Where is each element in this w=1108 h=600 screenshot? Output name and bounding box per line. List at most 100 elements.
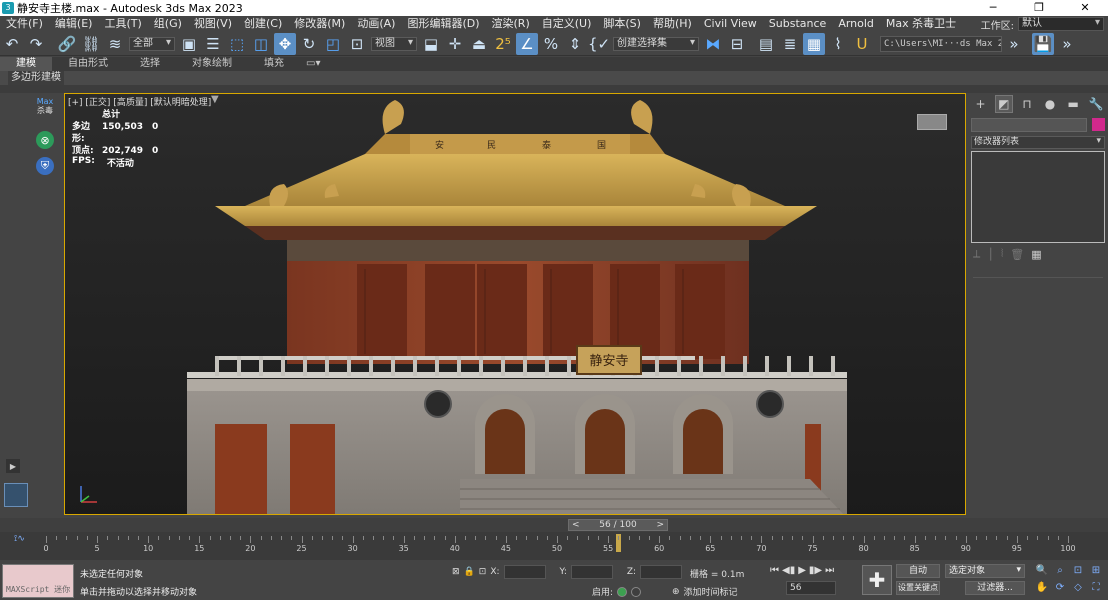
display-tab-icon[interactable]: ▬ — [1064, 95, 1082, 113]
ribbon-tab-0[interactable]: 建模 — [0, 57, 52, 71]
isolate-icon[interactable]: ⊠ — [452, 567, 460, 577]
zoom-extents-icon[interactable]: ⊡ — [1070, 563, 1086, 578]
modifier-list-select[interactable]: 修改器列表 — [971, 136, 1105, 149]
go-to-end-icon[interactable]: ⏭ — [825, 565, 834, 576]
select-rotate-icon[interactable]: ↻ — [298, 33, 320, 55]
ribbon-tab-2[interactable]: 选择 — [124, 57, 176, 71]
set-key-icon[interactable]: ✚ — [862, 565, 892, 595]
max-antivirus-plugin[interactable]: Max 杀毒 — [34, 97, 56, 115]
spinner-snap-icon[interactable]: ⇕ — [564, 33, 586, 55]
y-field[interactable] — [570, 565, 613, 579]
scan-icon[interactable]: ⊗ — [36, 131, 54, 149]
menu-item-5[interactable]: 创建(C) — [238, 16, 288, 32]
workspace-select[interactable]: 默认 — [1018, 17, 1104, 31]
select-move-icon[interactable]: ✥ — [274, 32, 296, 55]
menu-item-16[interactable]: Max 杀毒卫士 — [880, 16, 962, 32]
align-icon[interactable]: ⊟ — [726, 33, 748, 55]
filter-icon[interactable]: ▼ — [211, 94, 219, 105]
prev-frame-icon[interactable]: < — [569, 520, 583, 530]
z-field[interactable] — [640, 565, 683, 579]
minimize-button[interactable]: ─ — [970, 0, 1016, 16]
show-end-result-icon[interactable]: │ — [987, 248, 994, 261]
orbit-icon[interactable]: ⟳ — [1052, 580, 1068, 595]
create-tab-icon[interactable]: + — [972, 95, 990, 113]
layer-explorer-icon[interactable]: ≣ — [779, 33, 801, 55]
utilities-tab-icon[interactable]: 🔧 — [1087, 95, 1105, 113]
ref-coord-select[interactable]: 视图 — [371, 36, 417, 51]
mini-curve-editor-icon[interactable]: ⟟∿ — [14, 534, 25, 544]
material-editor-icon[interactable]: U — [851, 33, 873, 55]
snap-toggle-icon[interactable]: 2⁵ — [492, 33, 514, 55]
hierarchy-tab-icon[interactable]: ⊓ — [1018, 95, 1036, 113]
set-key-button[interactable]: 设置关键点 — [896, 581, 940, 595]
shield-icon[interactable]: ⛨ — [36, 157, 54, 175]
configure-sets-icon[interactable]: ▦ — [1031, 248, 1041, 261]
zoom-all-icon[interactable]: ⌕ — [1052, 563, 1068, 578]
select-scale-icon[interactable]: ◰ — [322, 33, 344, 55]
ribbon-tab-3[interactable]: 对象绘制 — [176, 57, 248, 71]
ribbon-tab-4[interactable]: 填充 — [248, 57, 300, 71]
go-to-start-icon[interactable]: ⏮ — [770, 565, 779, 576]
save-icon[interactable]: 💾 — [1032, 32, 1054, 55]
menu-item-4[interactable]: 视图(V) — [188, 16, 238, 32]
angle-snap-icon[interactable]: ∠ — [516, 32, 538, 55]
zoom-icon[interactable]: 🔍 — [1034, 563, 1050, 578]
key-filter-select[interactable]: 选定对象 — [945, 564, 1025, 578]
bind-spacewarp-icon[interactable]: ≋ — [104, 33, 126, 55]
lock-selection-icon[interactable]: 🔒 — [464, 567, 475, 577]
make-unique-icon[interactable]: ⦚ — [1001, 247, 1003, 261]
scene-explorer-icon[interactable]: ▤ — [755, 33, 777, 55]
modifier-stack[interactable] — [971, 151, 1105, 243]
auto-key-button[interactable]: 自动 — [896, 564, 940, 578]
curve-editor-icon[interactable]: ⌇ — [827, 33, 849, 55]
zoom-extents-all-icon[interactable]: ⊞ — [1088, 563, 1104, 578]
undo-icon[interactable]: ↶ — [1, 33, 23, 55]
manipulate-icon[interactable]: ✛ — [444, 33, 466, 55]
track-bar[interactable]: ⟟∿ 0 5 10 15 20 25 30 35 40 45 50 55 60 65 70 75 80 85 90 9… — [0, 532, 1108, 560]
menu-item-8[interactable]: 图形编辑器(D) — [401, 16, 485, 32]
project-path-field[interactable]: C:\Users\MI···ds Max 2023 — [880, 35, 1002, 52]
menu-item-10[interactable]: 自定义(U) — [536, 16, 598, 32]
viewport-label[interactable]: [+] [正交] [高质量] [默认明暗处理] — [68, 95, 211, 108]
rect-select-region-icon[interactable]: ⬚ — [226, 33, 248, 55]
ribbon-tab-1[interactable]: 自由形式 — [52, 57, 124, 71]
menu-item-13[interactable]: Civil View — [698, 16, 763, 32]
expand-toolbar-icon[interactable]: » — [1003, 33, 1025, 55]
named-selection-select[interactable]: 创建选择集 — [613, 36, 699, 51]
percent-snap-icon[interactable]: % — [540, 33, 562, 55]
menu-item-0[interactable]: 文件(F) — [0, 16, 49, 32]
time-slider[interactable]: < 56 / 100 > — [568, 519, 668, 531]
pin-stack-icon[interactable]: ⟂ — [973, 247, 980, 261]
field-of-view-icon[interactable]: ◇ — [1070, 580, 1086, 595]
unlink-icon[interactable]: ⛓ — [80, 33, 102, 55]
previous-frame-icon[interactable]: ◀▮ — [782, 565, 795, 576]
menu-item-14[interactable]: Substance — [763, 16, 833, 32]
pivot-center-icon[interactable]: ⬓ — [420, 33, 442, 55]
close-button[interactable]: ✕ — [1062, 0, 1108, 16]
redo-icon[interactable]: ↷ — [25, 33, 47, 55]
menu-item-9[interactable]: 渲染(R) — [486, 16, 536, 32]
select-by-name-icon[interactable]: ☰ — [202, 33, 224, 55]
select-object-icon[interactable]: ▣ — [178, 33, 200, 55]
time-tag[interactable]: ⊕ 添加时间标记 — [672, 585, 738, 599]
expand-panel-icon[interactable]: ▶ — [6, 459, 20, 473]
menu-item-11[interactable]: 脚本(S) — [597, 16, 647, 32]
maxscript-listener[interactable]: MAXScript 迷你 — [2, 564, 74, 598]
more-tools-icon[interactable]: » — [1056, 33, 1078, 55]
object-name-field[interactable] — [971, 118, 1087, 132]
menu-item-1[interactable]: 编辑(E) — [49, 16, 99, 32]
x-field[interactable] — [503, 565, 546, 579]
next-frame-icon[interactable]: > — [653, 520, 667, 530]
menu-item-2[interactable]: 工具(T) — [98, 16, 147, 32]
mirror-icon[interactable]: ⧓ — [702, 33, 724, 55]
viewcube[interactable] — [917, 114, 947, 130]
current-frame-field[interactable]: 56 — [786, 581, 836, 595]
menu-item-3[interactable]: 组(G) — [148, 16, 188, 32]
menu-item-12[interactable]: 帮助(H) — [647, 16, 698, 32]
absolute-mode-icon[interactable]: ⊡ — [479, 567, 487, 577]
motion-tab-icon[interactable]: ● — [1041, 95, 1059, 113]
adaptive-toggle-icon[interactable] — [617, 586, 628, 597]
pan-icon[interactable]: ✋ — [1034, 580, 1050, 595]
window-crossing-icon[interactable]: ◫ — [250, 33, 272, 55]
keyboard-shortcut-icon[interactable]: ⏏ — [468, 33, 490, 55]
